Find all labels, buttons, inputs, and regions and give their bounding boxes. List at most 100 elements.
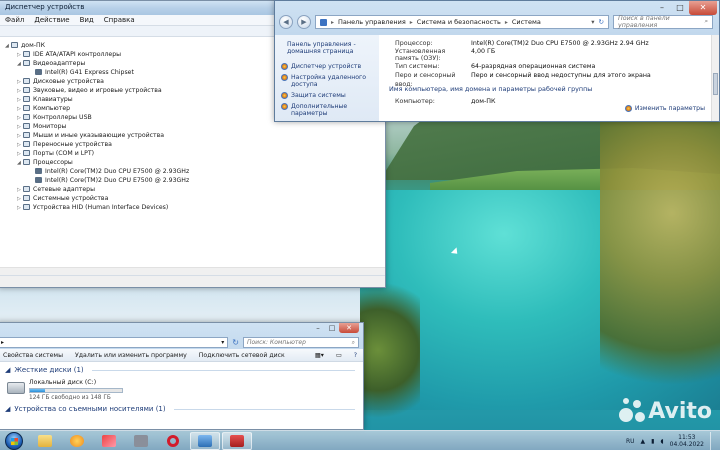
device-category[interactable]: ▷ Переносные устройства xyxy=(5,140,385,149)
explorer-address-row: ▸ ▾ ↻ Поиск: Компьютер ⌕ xyxy=(0,335,363,349)
address-dropdown-icon[interactable]: ▾ xyxy=(221,338,224,348)
tree-label: Дисковые устройства xyxy=(33,78,104,85)
device-icon xyxy=(23,186,30,192)
breadcrumb-system-security[interactable]: Система и безопасность xyxy=(417,18,501,26)
cmd-uninstall-program[interactable]: Удалить или изменить программу xyxy=(75,352,187,359)
refresh-icon[interactable]: ↻ xyxy=(599,18,604,26)
close-button[interactable]: ✕ xyxy=(689,1,717,15)
forward-arrow-icon[interactable]: ▶ xyxy=(297,15,311,29)
explorer-minimize-button[interactable]: – xyxy=(311,323,325,333)
taskbar-device-manager[interactable] xyxy=(222,431,252,450)
drive-usage-bar xyxy=(29,388,123,393)
wallpaper-tree-left xyxy=(360,270,420,430)
network-icon[interactable]: ▮ xyxy=(651,438,654,445)
device-icon xyxy=(23,78,30,84)
device-category[interactable]: ▷ Устройства HID (Human Interface Devices… xyxy=(5,203,385,212)
tree-label: Контроллеры USB xyxy=(33,114,92,121)
device-item[interactable]: Intel(R) Core(TM)2 Duo CPU E7500 @ 2.93G… xyxy=(5,176,385,185)
refresh-icon[interactable]: ↻ xyxy=(232,338,239,347)
device-category[interactable]: ▷ Мониторы xyxy=(5,122,385,131)
device-icon xyxy=(23,195,30,201)
group-hard-disks[interactable]: ◢ Жесткие диски (1) xyxy=(5,365,355,375)
group-removable[interactable]: ◢ Устройства со съемными носителями (1) xyxy=(5,404,355,414)
device-category[interactable]: ▷ Мыши и иные указывающие устройства xyxy=(5,131,385,140)
back-arrow-icon[interactable]: ◀ xyxy=(279,15,293,29)
menu-view[interactable]: Вид xyxy=(80,16,94,24)
system-tray: RU ▲ ▮ ◖ 11:53 04.04.2022 xyxy=(626,431,718,450)
explorer-maximize-button[interactable]: □ xyxy=(325,323,339,333)
show-hidden-icons[interactable]: ▲ xyxy=(641,438,646,445)
tree-label: Устройства HID (Human Interface Devices) xyxy=(33,204,169,211)
cmd-map-network-drive[interactable]: Подключить сетевой диск xyxy=(199,352,285,359)
taskbar-system[interactable] xyxy=(190,431,220,450)
explorer-address-bar[interactable]: ▸ ▾ xyxy=(0,336,229,348)
device-icon xyxy=(23,105,30,111)
drive-c[interactable]: Локальный диск (C:) 124 ГБ свободно из 1… xyxy=(5,375,355,404)
cmd-system-properties[interactable]: Свойства системы xyxy=(3,352,63,359)
show-desktop-button[interactable] xyxy=(710,432,718,450)
app-icon xyxy=(134,434,148,447)
address-dropdown-icon[interactable]: ▾ xyxy=(591,18,594,26)
hard-drive-icon xyxy=(7,382,25,394)
device-icon xyxy=(23,141,30,147)
minimize-button[interactable]: – xyxy=(653,1,671,15)
sidebar-item-remote[interactable]: Настройка удаленного доступа xyxy=(281,74,375,88)
taskbar-media-player[interactable] xyxy=(62,432,92,450)
device-category[interactable]: ▷ Сетевые адаптеры xyxy=(5,185,385,194)
scroll-thumb[interactable] xyxy=(713,73,718,95)
prop-row-pen: Перо и сенсорный ввод: Перо и сенсорный … xyxy=(395,72,651,88)
tree-label: Intel(R) Core(TM)2 Duo CPU E7500 @ 2.93G… xyxy=(45,177,190,184)
sidebar-home-link[interactable]: Панель управления - домашняя страница xyxy=(281,41,375,55)
shield-icon xyxy=(281,74,288,81)
device-category[interactable]: ▷ Системные устройства xyxy=(5,194,385,203)
device-icon xyxy=(23,60,30,66)
language-indicator[interactable]: RU xyxy=(626,438,635,445)
system-search-input[interactable]: Поиск в панели управления ⌕ xyxy=(613,15,713,29)
taskbar-burner[interactable] xyxy=(94,432,124,450)
volume-icon[interactable]: ◖ xyxy=(660,438,663,445)
windows-orb-icon xyxy=(5,431,23,450)
start-button[interactable] xyxy=(0,431,28,450)
device-icon xyxy=(23,51,30,57)
menu-file[interactable]: Файл xyxy=(5,16,24,24)
tree-label: Переносные устройства xyxy=(33,141,112,148)
tree-label: Процессоры xyxy=(33,159,73,166)
breadcrumb-system[interactable]: Система xyxy=(512,18,541,26)
explorer-titlebar[interactable]: – □ ✕ xyxy=(0,323,363,335)
explorer-window: – □ ✕ ▸ ▾ ↻ Поиск: Компьютер ⌕ Свойства … xyxy=(0,322,364,430)
vertical-scrollbar[interactable] xyxy=(711,35,719,121)
menu-action[interactable]: Действие xyxy=(34,16,69,24)
device-category[interactable]: ◢ Процессоры xyxy=(5,158,385,167)
section-title: Имя компьютера, имя домена и параметры р… xyxy=(389,85,593,93)
avito-watermark: Avito xyxy=(619,398,712,424)
device-item[interactable]: Intel(R) Core(TM)2 Duo CPU E7500 @ 2.93G… xyxy=(5,167,385,176)
horizontal-scrollbar[interactable] xyxy=(0,267,385,275)
device-icon xyxy=(23,96,30,102)
device-category[interactable]: ▷ Порты (COM и LPT) xyxy=(5,149,385,158)
taskbar-opera[interactable] xyxy=(158,432,188,450)
taskbar-app[interactable] xyxy=(126,432,156,450)
help-icon[interactable]: ? xyxy=(354,352,357,359)
explorer-close-button[interactable]: ✕ xyxy=(339,323,359,333)
tree-label: Видеоадаптеры xyxy=(33,60,86,67)
clock[interactable]: 11:53 04.04.2022 xyxy=(670,434,704,448)
system-address-bar[interactable]: ▸ Панель управления ▸ Система и безопасн… xyxy=(315,15,609,29)
change-settings-link[interactable]: Изменить параметры xyxy=(624,105,705,112)
tree-label: Порты (COM и LPT) xyxy=(33,150,95,157)
taskbar-explorer[interactable] xyxy=(30,432,60,450)
explorer-search-input[interactable]: Поиск: Компьютер ⌕ xyxy=(243,336,359,348)
sidebar-item-device-manager[interactable]: Диспетчер устройств xyxy=(281,63,375,70)
device-icon xyxy=(23,87,30,93)
menu-help[interactable]: Справка xyxy=(104,16,135,24)
view-options-icon[interactable]: ▦▾ xyxy=(315,352,324,359)
shield-icon xyxy=(281,92,288,99)
shield-icon xyxy=(281,63,288,70)
preview-pane-icon[interactable]: ▭ xyxy=(336,352,342,359)
sidebar-item-protection[interactable]: Защита системы xyxy=(281,92,375,99)
system-body: Панель управления - домашняя страница Ди… xyxy=(275,35,719,121)
sidebar-item-advanced[interactable]: Дополнительные параметры xyxy=(281,103,375,117)
tree-label: дом-ПК xyxy=(21,42,46,49)
device-manager-title: Диспетчер устройств xyxy=(5,3,85,11)
breadcrumb-control-panel[interactable]: Панель управления xyxy=(338,18,406,26)
maximize-button[interactable]: □ xyxy=(671,1,689,15)
